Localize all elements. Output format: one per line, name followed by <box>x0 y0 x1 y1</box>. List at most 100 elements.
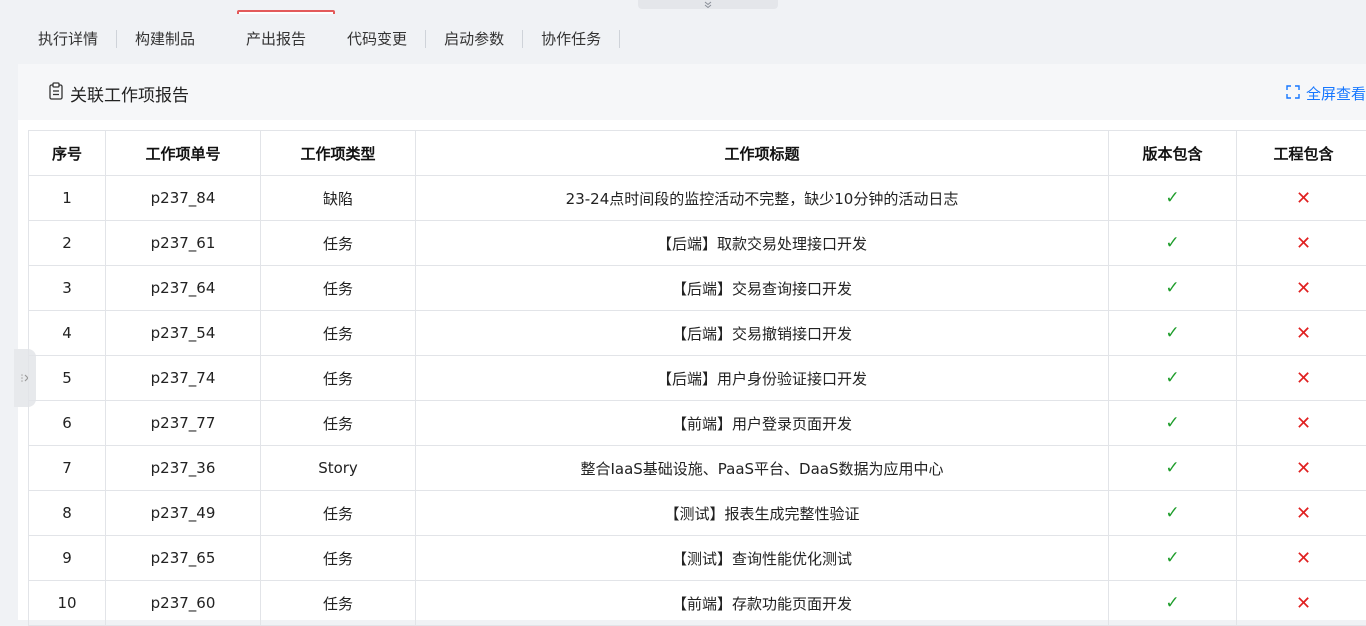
cell-title: 【后端】用户身份验证接口开发 <box>416 356 1109 401</box>
table-row[interactable]: 9p237_65任务【测试】查询性能优化测试✓✕ <box>29 536 1366 581</box>
table-row[interactable]: 6p237_77任务【前端】用户登录页面开发 ✓ ✕ <box>29 401 1366 446</box>
cell-title: 【前端】用户登录页面开发 <box>416 401 1109 446</box>
tab-launch-parameters[interactable]: 启动参数 <box>426 28 522 50</box>
clipboard-icon <box>48 82 70 105</box>
cell-id: p237_77 <box>106 401 261 446</box>
check-icon: ✓ <box>1165 323 1179 343</box>
report-title: 关联工作项报告 <box>48 81 189 106</box>
report-title-text: 关联工作项报告 <box>70 81 189 106</box>
table-row[interactable]: 3p237_64任务【后端】交易查询接口开发✓✕ <box>29 266 1366 311</box>
header-type[interactable]: 工作项类型 <box>261 131 416 176</box>
tab-output-report[interactable]: 产出报告 <box>228 28 324 50</box>
check-icon: ✓ <box>1165 548 1179 568</box>
cell-in-version: ✓ <box>1109 311 1237 356</box>
expand-icon <box>1286 85 1306 103</box>
tab-bar: 执行详情 构建制品 产出报告 代码变更 启动参数 协作任务 <box>20 14 1366 64</box>
collapse-handle[interactable] <box>638 0 778 9</box>
cell-no: 3 <box>29 266 106 311</box>
cell-id: p237_74 <box>106 356 261 401</box>
header-id[interactable]: 工作项单号 <box>106 131 261 176</box>
cell-title: 【前端】存款功能页面开发 <box>416 581 1109 626</box>
cross-icon: ✕ <box>1296 368 1311 389</box>
table-row[interactable]: 4p237_54任务【后端】交易撤销接口开发✓✕ <box>29 311 1366 356</box>
header-title[interactable]: 工作项标题 <box>416 131 1109 176</box>
cell-no: 7 <box>29 446 106 491</box>
cell-type: Story <box>261 446 416 491</box>
cell-in-project: ✕ <box>1237 401 1366 446</box>
cell-in-version: ✓ <box>1109 176 1237 221</box>
cell-id: p237_49 <box>106 491 261 536</box>
cross-icon: ✕ <box>1296 503 1311 524</box>
cell-no: 9 <box>29 536 106 581</box>
tab-build-artifacts[interactable]: 构建制品 <box>117 28 213 50</box>
header-in-project[interactable]: 工程包含 <box>1237 131 1366 176</box>
check-icon: ✓ <box>1165 593 1179 613</box>
cell-no: 5 <box>29 356 106 401</box>
table-row[interactable]: 2p237_61任务【后端】取款交易处理接口开发✓✕ <box>29 221 1366 266</box>
header-in-version[interactable]: 版本包含 <box>1109 131 1237 176</box>
cell-type: 任务 <box>261 581 416 626</box>
cell-type: 任务 <box>261 266 416 311</box>
cell-no: 4 <box>29 311 106 356</box>
check-icon: ✓ <box>1165 413 1179 433</box>
cell-id: p237_84 <box>106 176 261 221</box>
cell-no: 1 <box>29 176 106 221</box>
cell-in-version: ✓ <box>1109 536 1237 581</box>
table-row[interactable]: 10p237_60任务【前端】存款功能页面开发✓✕ <box>29 581 1366 626</box>
cell-title: 【后端】交易查询接口开发 <box>416 266 1109 311</box>
tab-separator <box>619 30 620 48</box>
cell-in-project: ✕ <box>1237 491 1366 536</box>
cell-type: 任务 <box>261 311 416 356</box>
fullscreen-button[interactable]: 全屏查看 <box>1286 83 1366 104</box>
header-no[interactable]: 序号 <box>29 131 106 176</box>
cross-icon: ✕ <box>1296 233 1311 254</box>
cross-icon: ✕ <box>1296 188 1311 209</box>
cell-type: 任务 <box>261 221 416 266</box>
cell-title: 【后端】取款交易处理接口开发 <box>416 221 1109 266</box>
cell-type: 任务 <box>261 536 416 581</box>
cell-title: 整合IaaS基础设施、PaaS平台、DaaS数据为应用中心 <box>416 446 1109 491</box>
check-icon: ✓ <box>1165 188 1179 208</box>
cell-type: 任务 <box>261 356 416 401</box>
cell-in-project: ✕ <box>1237 311 1366 356</box>
cell-in-project: ✕ <box>1237 536 1366 581</box>
cross-icon: ✕ <box>1296 323 1311 344</box>
table-row[interactable]: 5p237_74任务【后端】用户身份验证接口开发 ✓ ✕ <box>29 356 1366 401</box>
tab-collaboration-tasks[interactable]: 协作任务 <box>523 28 619 50</box>
cell-title: 【测试】查询性能优化测试 <box>416 536 1109 581</box>
tab-code-changes[interactable]: 代码变更 <box>329 28 425 50</box>
cell-in-project: ✕ <box>1237 581 1366 626</box>
work-item-table: 序号 工作项单号 工作项类型 工作项标题 版本包含 工程包含 1p237_84缺… <box>28 130 1366 626</box>
cell-in-version: ✓ <box>1109 356 1237 401</box>
cell-no: 8 <box>29 491 106 536</box>
cross-icon: ✕ <box>1296 458 1311 479</box>
table-header-row: 序号 工作项单号 工作项类型 工作项标题 版本包含 工程包含 <box>29 131 1366 176</box>
fullscreen-label: 全屏查看 <box>1306 83 1366 104</box>
check-icon: ✓ <box>1165 503 1179 523</box>
table-row[interactable]: 7p237_36Story整合IaaS基础设施、PaaS平台、DaaS数据为应用… <box>29 446 1366 491</box>
cell-id: p237_60 <box>106 581 261 626</box>
table-row[interactable]: 1p237_84缺陷23-24点时间段的监控活动不完整，缺少10分钟的活动日志 ✓… <box>29 176 1366 221</box>
check-icon: ✓ <box>1165 368 1179 388</box>
cell-no: 2 <box>29 221 106 266</box>
cell-in-version: ✓ <box>1109 266 1237 311</box>
cell-type: 任务 <box>261 401 416 446</box>
cell-id: p237_36 <box>106 446 261 491</box>
cross-icon: ✕ <box>1296 548 1311 569</box>
cell-in-project: ✕ <box>1237 446 1366 491</box>
cell-id: p237_64 <box>106 266 261 311</box>
cell-in-version: ✓ <box>1109 401 1237 446</box>
cross-icon: ✕ <box>1296 593 1311 614</box>
cell-in-version: ✓ <box>1109 446 1237 491</box>
chevrons-down-icon <box>703 1 713 9</box>
cell-title: 23-24点时间段的监控活动不完整，缺少10分钟的活动日志 <box>416 176 1109 221</box>
cell-no: 6 <box>29 401 106 446</box>
cell-type: 缺陷 <box>261 176 416 221</box>
table-row[interactable]: 8p237_49任务【测试】报表生成完整性验证✓✕ <box>29 491 1366 536</box>
cell-in-project: ✕ <box>1237 266 1366 311</box>
cell-id: p237_61 <box>106 221 261 266</box>
cell-id: p237_54 <box>106 311 261 356</box>
report-panel-header: 关联工作项报告 全屏查看 <box>18 64 1366 120</box>
cell-title: 【测试】报表生成完整性验证 <box>416 491 1109 536</box>
tab-execution-details[interactable]: 执行详情 <box>20 28 116 50</box>
